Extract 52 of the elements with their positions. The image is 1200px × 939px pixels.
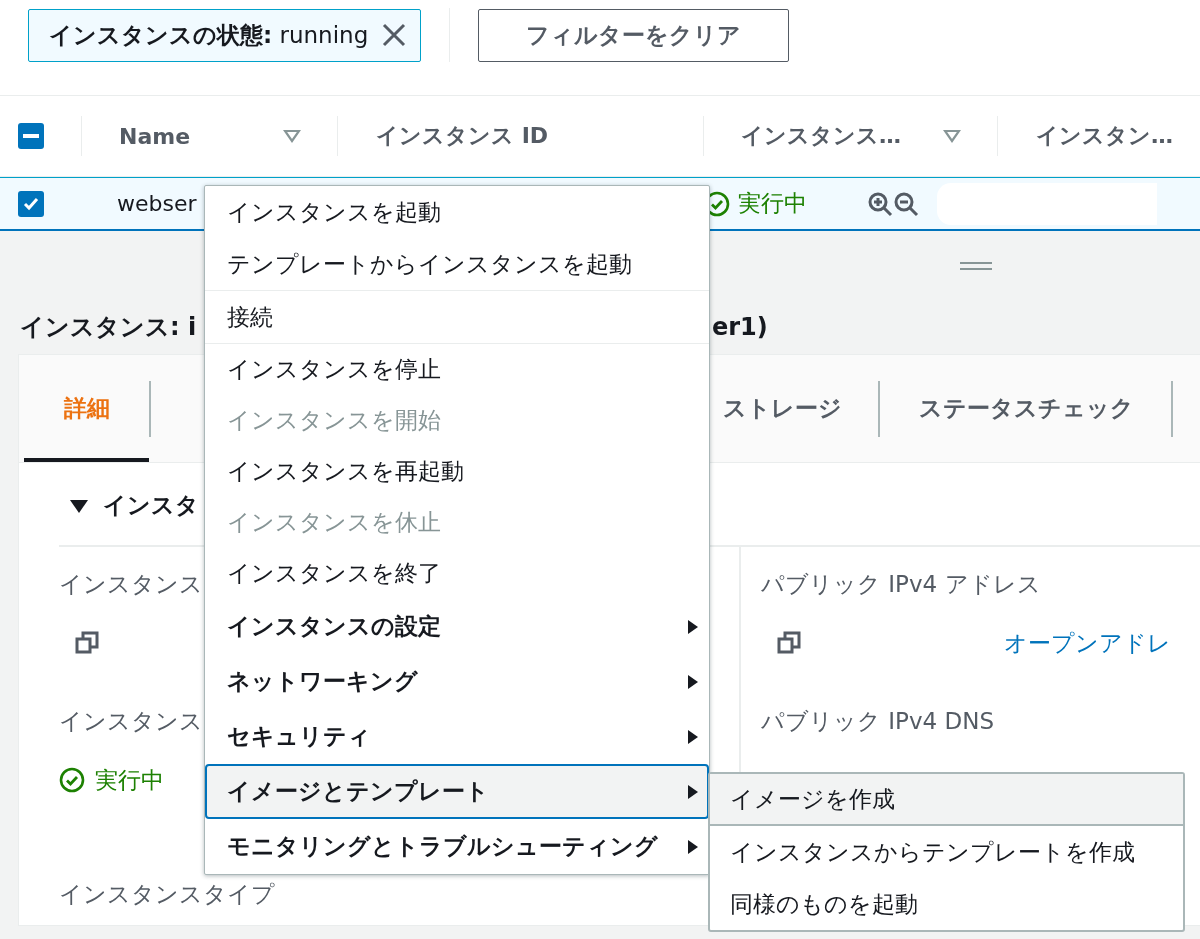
zoom-in-icon[interactable] bbox=[867, 190, 893, 217]
submenu-arrow-icon bbox=[687, 618, 699, 635]
field-label: パブリック IPv4 アドレス bbox=[761, 570, 1041, 599]
column-header[interactable]: インスタンス… bbox=[741, 121, 901, 151]
tab[interactable]: ストレージ bbox=[723, 355, 878, 462]
details-heading: インスタンス: i bbox=[20, 312, 197, 343]
field-label: インスタンス bbox=[59, 570, 203, 599]
sort-triangle-icon[interactable] bbox=[943, 129, 961, 143]
menu-item[interactable]: 接続 bbox=[205, 291, 709, 343]
column-header[interactable]: インスタン… bbox=[1036, 121, 1173, 151]
filter-chip[interactable]: インスタンスの状態: running bbox=[28, 8, 422, 62]
menu-item[interactable]: イメージを作成 bbox=[710, 774, 1183, 826]
column-header[interactable]: インスタンス ID bbox=[376, 121, 549, 151]
details-heading: er1) bbox=[712, 313, 768, 341]
submenu-arrow-icon bbox=[687, 783, 699, 800]
menu-item[interactable]: インスタンスを再起動 bbox=[205, 446, 709, 497]
menu-item[interactable]: テンプレートからインスタンスを起動 bbox=[205, 238, 709, 290]
submenu-arrow-icon bbox=[687, 728, 699, 745]
menu-item[interactable]: インスタンスを起動 bbox=[205, 186, 709, 238]
menu-item[interactable]: インスタンスからテンプレートを作成 bbox=[710, 826, 1183, 878]
field-label: パブリック IPv4 DNS bbox=[761, 707, 995, 736]
copy-icon[interactable] bbox=[777, 631, 801, 655]
menu-item[interactable]: イメージとテンプレート bbox=[205, 764, 709, 819]
status-text: 実行中 bbox=[95, 765, 164, 795]
menu-item[interactable]: ネットワーキング bbox=[205, 654, 709, 709]
menu-item[interactable]: 同様のものを起動 bbox=[710, 878, 1183, 930]
field-label: インスタンスタイプ bbox=[59, 880, 275, 909]
menu-item[interactable]: インスタンスの設定 bbox=[205, 599, 709, 654]
checkbox[interactable] bbox=[18, 190, 44, 217]
menu-item[interactable]: インスタンスを終了 bbox=[205, 548, 709, 599]
checkbox[interactable] bbox=[18, 123, 44, 149]
menu-item[interactable]: モニタリングとトラブルシューティング bbox=[205, 819, 709, 874]
sort-triangle-icon[interactable] bbox=[283, 129, 301, 143]
column-header[interactable]: Name bbox=[119, 123, 191, 149]
clear-filters-button[interactable]: フィルターをクリア bbox=[478, 8, 790, 62]
menu-item[interactable]: インスタンスを停止 bbox=[205, 344, 709, 395]
field-label: インスタンス bbox=[59, 707, 203, 736]
menu-item[interactable]: セキュリティ bbox=[205, 709, 709, 764]
filter-label: インスタンスの状態: running bbox=[49, 20, 369, 50]
submenu-arrow-icon bbox=[687, 673, 699, 690]
close-icon[interactable] bbox=[382, 23, 407, 47]
tab[interactable]: ステータスチェック bbox=[880, 355, 1171, 462]
section-title[interactable]: インスタ bbox=[103, 490, 199, 521]
copy-icon[interactable] bbox=[75, 631, 99, 655]
zoom-out-icon[interactable] bbox=[893, 190, 919, 217]
link[interactable]: オープンアドレ bbox=[1004, 627, 1171, 659]
checkmark-circle-icon bbox=[59, 767, 85, 793]
status-text: 実行中 bbox=[738, 189, 807, 218]
drag-handle-icon[interactable] bbox=[960, 262, 992, 270]
submenu-arrow-icon bbox=[687, 838, 699, 855]
expanded-triangle-icon[interactable] bbox=[69, 497, 89, 514]
minus-icon bbox=[23, 134, 39, 138]
